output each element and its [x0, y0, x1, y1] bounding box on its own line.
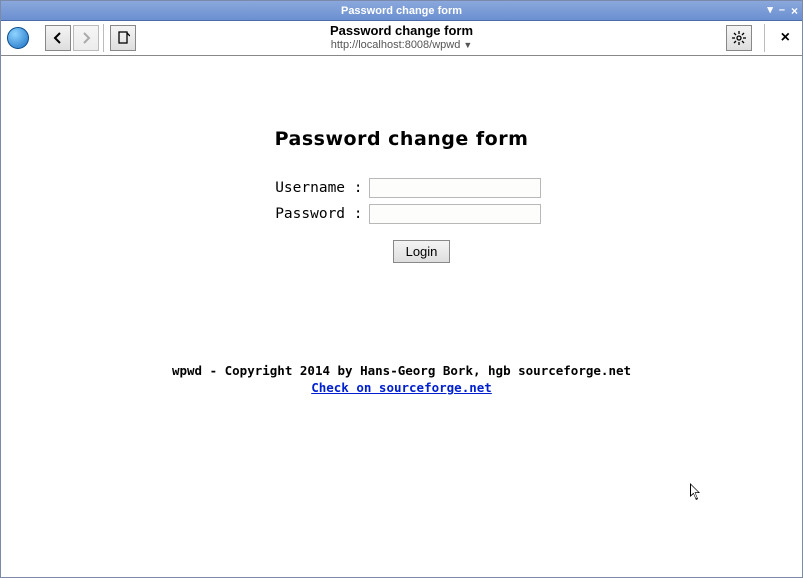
toolbar-separator — [764, 24, 765, 52]
page-content: Password change form Username : Password… — [1, 56, 802, 577]
chevron-left-icon — [53, 32, 63, 44]
browser-toolbar: Password change form http://localhost:80… — [1, 21, 802, 56]
footer: wpwd - Copyright 2014 by Hans-Georg Bork… — [1, 363, 802, 397]
page-heading: Password change form — [1, 128, 802, 150]
forward-button[interactable] — [73, 25, 99, 51]
sourceforge-link[interactable]: Check on sourceforge.net — [311, 380, 492, 395]
toolbar-separator — [103, 24, 104, 52]
window-title: Password change form — [341, 5, 462, 17]
titlebar[interactable]: Password change form ▾ – × — [1, 1, 802, 21]
chevron-right-icon — [81, 32, 91, 44]
username-input[interactable] — [369, 178, 541, 198]
window-pin-button[interactable]: ▾ — [767, 5, 773, 16]
back-button[interactable] — [45, 25, 71, 51]
page-title-label: Password change form — [330, 24, 473, 39]
password-input[interactable] — [369, 204, 541, 224]
window-close-button[interactable]: × — [791, 5, 798, 17]
app-window: Password change form ▾ – × Pa — [0, 0, 803, 578]
settings-button[interactable] — [726, 25, 752, 51]
toolbar-left — [1, 24, 138, 52]
gear-icon — [732, 31, 746, 45]
url-text: http://localhost:8008/wpwd — [331, 39, 461, 51]
window-controls: ▾ – × — [767, 5, 798, 17]
password-label: Password : — [263, 206, 363, 222]
bookmark-icon — [116, 31, 130, 45]
toolbar-center[interactable]: Password change form http://localhost:80… — [330, 24, 473, 52]
password-row: Password : — [1, 204, 802, 224]
close-tab-button[interactable]: × — [775, 29, 796, 47]
bookmark-button[interactable] — [110, 25, 136, 51]
url-display[interactable]: http://localhost:8008/wpwd▼ — [330, 39, 473, 52]
copyright-text: wpwd - Copyright 2014 by Hans-Georg Bork… — [1, 363, 802, 380]
toolbar-right: × — [726, 24, 796, 52]
chevron-down-icon: ▼ — [463, 40, 472, 50]
login-button[interactable]: Login — [393, 240, 451, 263]
username-row: Username : — [1, 178, 802, 198]
window-minimize-button[interactable]: – — [779, 5, 785, 16]
globe-icon[interactable] — [7, 27, 29, 49]
username-label: Username : — [263, 180, 363, 196]
